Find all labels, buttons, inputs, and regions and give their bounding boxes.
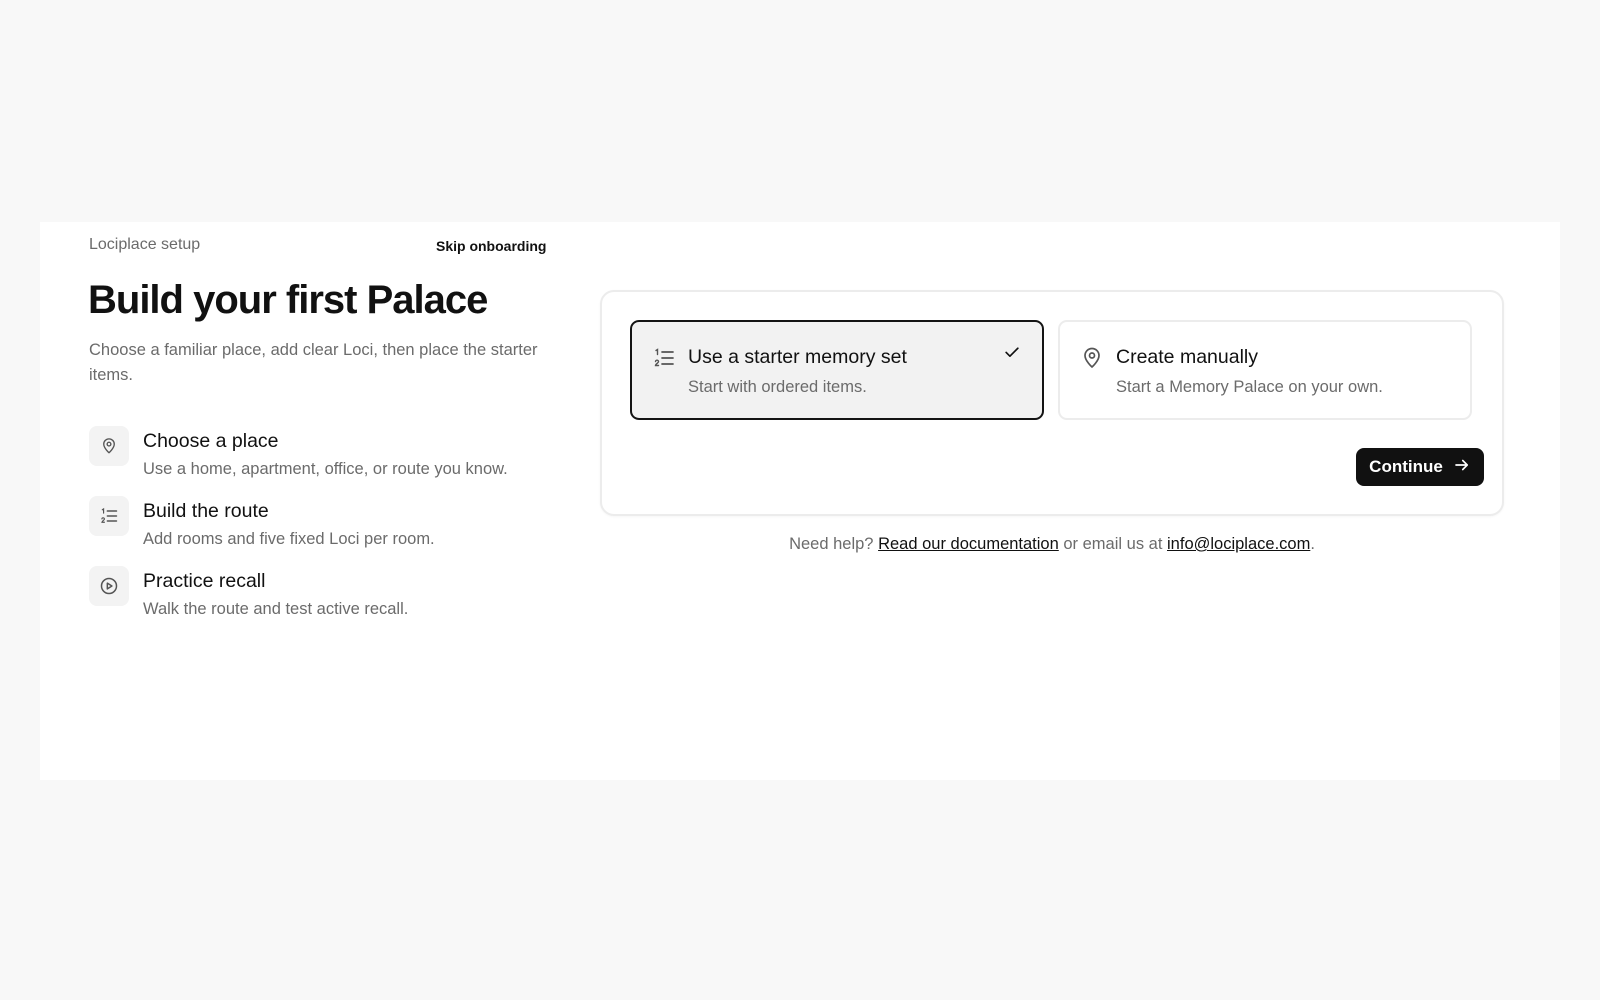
help-suffix: .	[1310, 535, 1315, 553]
page-subtitle: Choose a familiar place, add clear Loci,…	[89, 341, 538, 384]
step-title: Practice recall	[143, 570, 266, 592]
steps-list: Choose a place Use a home, apartment, of…	[89, 426, 569, 636]
step-title: Choose a place	[143, 430, 279, 452]
step-title: Build the route	[143, 500, 269, 522]
help-line: Need help? Read our documentation or ema…	[600, 535, 1504, 554]
documentation-link[interactable]: Read our documentation	[878, 535, 1059, 553]
setup-options-card: Use a starter memory set Start with orde…	[600, 290, 1504, 516]
option-description: Start a Memory Palace on your own.	[1116, 378, 1383, 396]
onboarding-panel: Lociplace setup Skip onboarding Build yo…	[40, 222, 1560, 780]
skip-onboarding-link[interactable]: Skip onboarding	[436, 238, 546, 254]
step-build-route: Build the route Add rooms and five fixed…	[89, 496, 569, 566]
play-circle-icon	[89, 566, 129, 606]
email-link[interactable]: info@lociplace.com	[1167, 535, 1310, 553]
continue-button[interactable]: Continue	[1356, 448, 1484, 486]
option-title: Use a starter memory set	[688, 346, 907, 368]
map-pin-icon	[89, 426, 129, 466]
step-description: Add rooms and five fixed Loci per room.	[143, 530, 435, 548]
step-description: Use a home, apartment, office, or route …	[143, 460, 508, 478]
help-prefix: Need help?	[789, 535, 874, 553]
arrow-right-icon	[1453, 456, 1471, 479]
map-pin-icon	[1080, 346, 1104, 375]
option-description: Start with ordered items.	[688, 378, 867, 396]
help-middle: or email us at	[1063, 535, 1163, 553]
step-description: Walk the route and test active recall.	[143, 600, 409, 618]
option-starter-memory-set[interactable]: Use a starter memory set Start with orde…	[630, 320, 1044, 420]
option-title: Create manually	[1116, 346, 1258, 368]
continue-label: Continue	[1369, 457, 1443, 476]
option-create-manually[interactable]: Create manually Start a Memory Palace on…	[1058, 320, 1472, 420]
numbered-list-icon	[89, 496, 129, 536]
step-practice-recall: Practice recall Walk the route and test …	[89, 566, 569, 636]
step-choose-place: Choose a place Use a home, apartment, of…	[89, 426, 569, 496]
page-title: Build your first Palace	[88, 278, 488, 322]
check-icon	[1002, 342, 1022, 367]
app-name: Lociplace setup	[89, 236, 201, 253]
numbered-list-icon	[652, 346, 676, 375]
